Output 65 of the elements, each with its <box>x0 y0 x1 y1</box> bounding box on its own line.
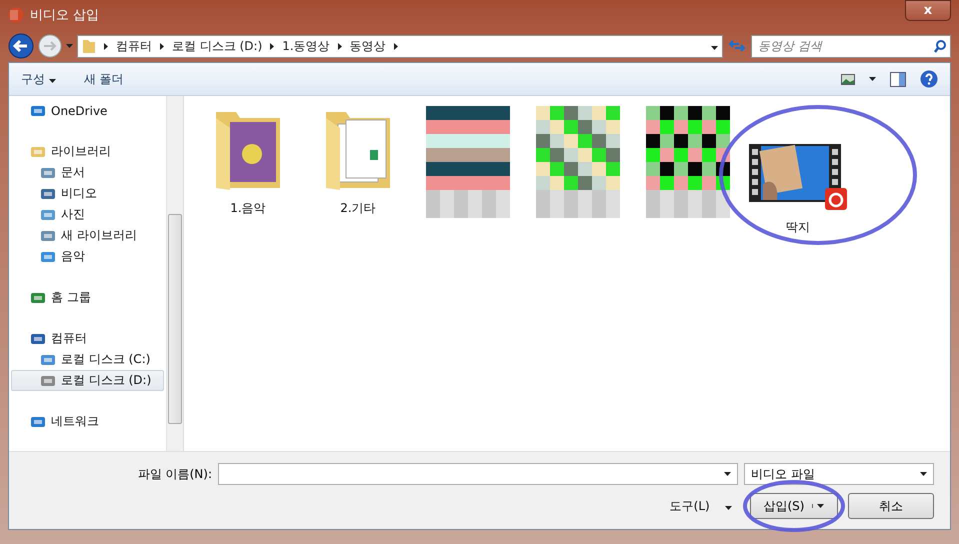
view-caret-icon <box>869 77 876 81</box>
preview-pane-icon[interactable] <box>890 72 906 86</box>
window-title: 비디오 삽입 <box>30 7 100 24</box>
breadcrumb[interactable]: 동영상 <box>350 38 386 54</box>
item-icon <box>40 186 56 200</box>
tools-button[interactable]: 도구(L) <box>670 498 732 514</box>
file-name: 1.음악 <box>230 200 266 217</box>
item-icon <box>40 166 56 180</box>
item-icon <box>30 104 46 118</box>
help-icon[interactable] <box>920 70 938 88</box>
chevron-icon <box>104 42 108 50</box>
filename-field[interactable] <box>218 463 738 485</box>
close-button[interactable]: x <box>905 0 951 21</box>
item-icon <box>30 414 46 428</box>
filename-label: 파일 이름(N): <box>138 466 212 482</box>
chevron-icon <box>270 42 274 50</box>
breadcrumb[interactable]: 로컬 디스크 (D:) <box>172 38 262 54</box>
item-icon <box>40 228 56 242</box>
forward-icon[interactable] <box>38 34 62 58</box>
sidebar-item[interactable]: 사진 <box>11 204 164 225</box>
search-field[interactable]: 동영상 검색 <box>751 34 951 58</box>
breadcrumb[interactable]: 컴퓨터 <box>116 38 152 54</box>
sidebar-item[interactable]: 새 라이브러리 <box>11 225 164 246</box>
new-folder-button[interactable]: 새 폴더 <box>84 70 124 88</box>
insert-button[interactable]: 삽입(S) <box>750 493 838 519</box>
back-icon[interactable] <box>8 33 34 59</box>
caret-icon <box>920 472 927 476</box>
sidebar-item[interactable]: 비디오 <box>11 183 164 204</box>
split-caret-icon <box>817 504 824 508</box>
item-icon <box>30 290 46 304</box>
sidebar-item[interactable]: 로컬 디스크 (D:) <box>11 370 164 391</box>
filetype-dropdown[interactable]: 비디오 파일 <box>744 463 934 485</box>
app-icon <box>8 7 24 23</box>
scrollbar[interactable] <box>166 96 183 451</box>
organize-button[interactable]: 구성 <box>21 70 56 88</box>
item-icon <box>40 250 56 264</box>
cancel-button[interactable]: 취소 <box>848 493 934 519</box>
history-caret-icon <box>66 44 73 48</box>
folder-icon <box>82 38 96 54</box>
search-icon <box>934 40 946 52</box>
item-icon <box>30 332 46 346</box>
item-icon <box>40 208 56 222</box>
sidebar-item[interactable]: 컴퓨터 <box>11 328 164 349</box>
sidebar-item[interactable]: 음악 <box>11 246 164 267</box>
dropdown-caret-icon <box>711 46 718 50</box>
sidebar-item[interactable]: OneDrive <box>11 100 164 121</box>
breadcrumb[interactable]: 1.동영상 <box>282 38 330 54</box>
file-name: 딱지 <box>786 219 810 236</box>
item-icon <box>40 352 56 366</box>
chevron-icon <box>394 42 398 50</box>
sidebar-item[interactable]: 로컬 디스크 (C:) <box>11 349 164 370</box>
sidebar-item[interactable]: 문서 <box>11 162 164 183</box>
item-icon <box>40 374 56 388</box>
caret-icon <box>48 78 56 82</box>
item-icon <box>30 144 46 158</box>
sidebar-item[interactable]: 라이브러리 <box>11 141 164 162</box>
chevron-icon <box>160 42 164 50</box>
view-icon[interactable] <box>841 74 855 84</box>
caret-icon <box>724 472 731 476</box>
sidebar-item[interactable]: 네트워크 <box>11 411 164 432</box>
caret-icon <box>725 506 732 510</box>
file-name: 2.기타 <box>340 200 376 217</box>
address-bar[interactable]: 컴퓨터 로컬 디스크 (D:) 1.동영상 동영상 <box>77 34 723 58</box>
sidebar-item[interactable]: 홈 그룹 <box>11 287 164 308</box>
chevron-icon <box>338 42 342 50</box>
